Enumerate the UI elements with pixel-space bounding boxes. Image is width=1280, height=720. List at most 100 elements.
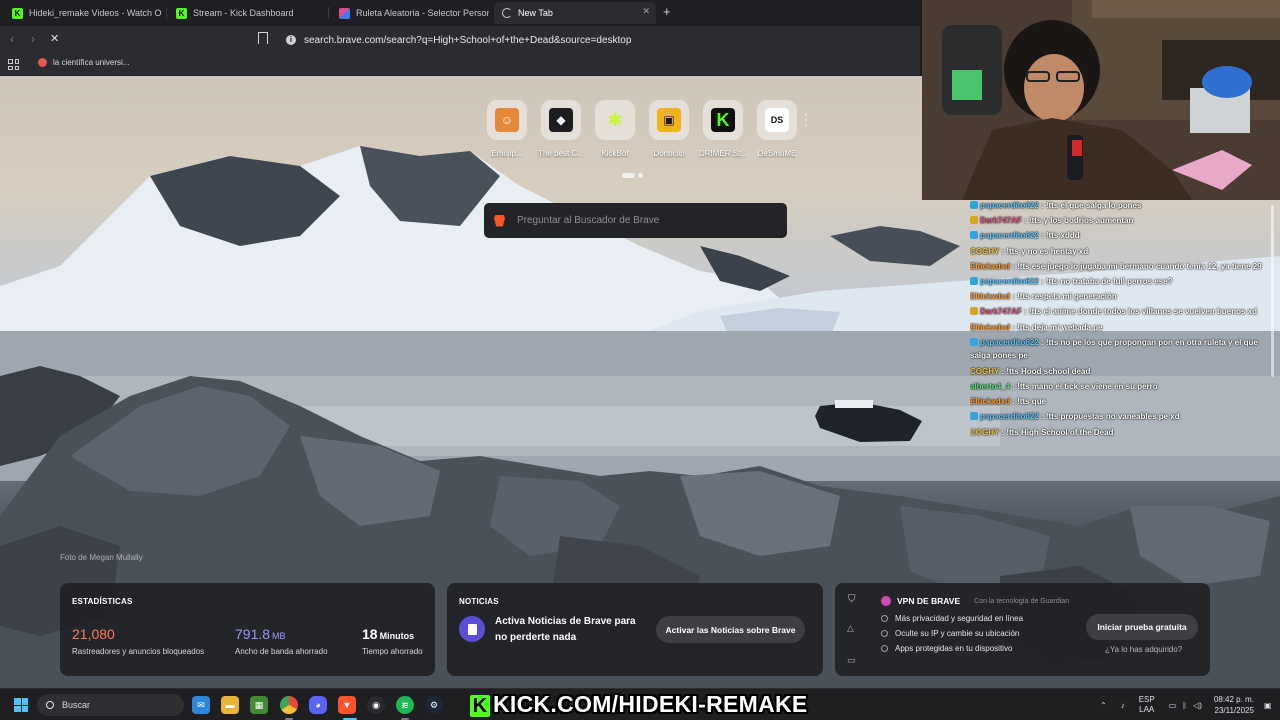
chat-username: Eltickxdxd (970, 261, 1011, 271)
url-text[interactable]: search.brave.com/search?q=High+School+of… (304, 35, 631, 46)
page-scrollbar[interactable] (1271, 205, 1274, 377)
close-icon[interactable]: ✕ (642, 6, 650, 17)
new-tab-button[interactable]: + (663, 4, 671, 19)
steam-icon[interactable]: ⚙ (425, 696, 443, 714)
volume-icon[interactable]: ◁) (1193, 701, 1202, 710)
site-tile[interactable]: ☺ (487, 100, 527, 140)
vpn-feature-text: Más privacidad y seguridad en línea (895, 614, 1024, 623)
chat-text: : !tts el que salga lo pones (1040, 201, 1142, 210)
more-options-icon[interactable]: · · · (804, 108, 808, 130)
top-site-desmume[interactable]: DS DeSmuME (750, 100, 804, 158)
stat-value: 791.8 (235, 626, 271, 642)
bookmark-item[interactable]: la científica universi... (38, 58, 129, 67)
site-tile[interactable]: ◆ (541, 100, 581, 140)
stat-unit: MB (272, 631, 286, 641)
bookmark-icon[interactable] (258, 32, 268, 44)
top-site-dice[interactable]: ◆ The best C... (534, 100, 588, 158)
spotify-icon[interactable]: ≋ (396, 696, 414, 714)
vpn-feature: Más privacidad y seguridad en línea (881, 614, 1023, 623)
tab-divider (328, 7, 329, 19)
settings-icon[interactable]: ⛉ (848, 594, 856, 605)
already-purchased-link[interactable]: ¿Ya lo has adquirido? (1105, 645, 1182, 654)
outlook-icon[interactable]: ✉ (192, 696, 210, 714)
minecraft-icon[interactable]: ▦ (250, 696, 268, 714)
news-card: NOTICIAS Activa Noticias de Brave para n… (447, 583, 823, 676)
stat-unit: Minutos (379, 631, 415, 641)
bluetooth-icon[interactable]: ᛒ (1182, 701, 1187, 710)
site-tile[interactable]: ▣ (649, 100, 689, 140)
top-site-emojipedia[interactable]: ☺ Emojip... (480, 100, 534, 158)
top-site-donoclip[interactable]: ▣ Donoclip (642, 100, 696, 158)
warning-icon[interactable]: △ (847, 623, 854, 634)
chat-message: Dark747AF : !tts y los bodrios aumentan (970, 213, 1276, 228)
chat-message: COGHY : !tts Hood school dead (970, 364, 1276, 379)
user-badge-icon (970, 277, 978, 286)
tab-hideki-videos[interactable]: K Hideki_remake Videos - Watch O (4, 2, 162, 24)
top-site-drimer[interactable]: K DRIMER St... (696, 100, 750, 158)
site-label: Emojip... (491, 149, 523, 158)
obs-icon[interactable]: ◉ (367, 696, 385, 714)
stat-bandwidth: 791.8 MB Ancho de banda ahorrado (235, 626, 328, 656)
stop-loading-icon[interactable]: ✕ (50, 32, 59, 45)
forward-arrow-icon[interactable]: › (31, 32, 35, 46)
site-tile[interactable]: ✱ (595, 100, 635, 140)
windows-start-icon[interactable] (14, 698, 28, 712)
brave-icon[interactable]: ▼ (338, 696, 356, 714)
pager-dot[interactable] (638, 173, 643, 178)
taskbar-search[interactable]: Buscar (37, 694, 184, 716)
stats-title: ESTADÍSTICAS (72, 597, 133, 606)
card-icon[interactable]: ▭ (847, 655, 856, 666)
brave-search-box[interactable] (484, 203, 787, 238)
chat-message: papacerdito622 : !tts no trataba de full… (970, 274, 1276, 289)
chat-message: papacerdito622 : !tts el que salga lo po… (970, 198, 1276, 213)
network-icon[interactable]: ▭ (1169, 701, 1177, 710)
chrome-icon[interactable] (280, 696, 298, 714)
search-icon (46, 701, 54, 709)
site-label: The best C... (538, 149, 584, 158)
chat-message: Dark747AF : !tts el anime donde todos lo… (970, 304, 1276, 319)
search-input[interactable] (517, 215, 767, 226)
tab-title: Hideki_remake Videos - Watch O (29, 8, 162, 18)
start-trial-button[interactable]: Iniciar prueba gratuita (1086, 614, 1198, 640)
clock[interactable]: 08:42 p. m. 23/11/2025 (1214, 694, 1254, 716)
chevron-up-icon[interactable]: ⌃ (1100, 701, 1107, 710)
chat-username: COGHY (970, 427, 1000, 437)
news-title: NOTICIAS (459, 597, 499, 606)
file-explorer-icon[interactable]: ▬ (221, 696, 239, 714)
vpn-feature-text: Apps protegidas en tu dispositivo (895, 644, 1013, 653)
keyboard-layout: LAA (1139, 705, 1155, 714)
vpn-feature-text: Oculte su IP y cambie su ubicación (895, 629, 1020, 638)
notification-icon[interactable]: ▣ (1264, 701, 1272, 710)
check-icon (881, 645, 888, 652)
top-sites-pager[interactable] (622, 173, 643, 178)
microphone-icon[interactable]: ♪ (1121, 701, 1125, 710)
site-info-icon[interactable]: i (286, 35, 296, 45)
address-bar[interactable]: i search.brave.com/search?q=High+School+… (280, 30, 920, 50)
chat-username: Dark747AF (980, 216, 1022, 226)
chat-username: papacerdito622 (980, 337, 1039, 347)
site-tile[interactable]: K (703, 100, 743, 140)
back-arrow-icon[interactable]: ‹ (10, 32, 14, 46)
webcam-feed-image (922, 0, 1280, 200)
discord-icon[interactable]: ◕ (309, 696, 327, 714)
check-icon (881, 630, 888, 637)
taskbar-search-label: Buscar (62, 700, 91, 710)
top-site-kickbot[interactable]: ✱ KickBot (588, 100, 642, 158)
enable-news-button[interactable]: Activar las Noticias sobre Brave (656, 616, 805, 643)
pager-dot-active[interactable] (622, 173, 635, 178)
kick-url-overlay: K KICK.COM/HIDEKI-REMAKE (470, 691, 808, 718)
site-label: Donoclip (653, 149, 685, 158)
tab-strip: K Hideki_remake Videos - Watch O K Strea… (0, 0, 920, 26)
kick-url-text: KICK.COM/HIDEKI-REMAKE (493, 691, 808, 717)
tab-ruleta[interactable]: Ruleta Aleatoria - Selector Personaliz (331, 2, 489, 24)
vpn-card: ⛉ △ ▭ VPN DE BRAVE Con la tecnología de … (835, 583, 1210, 676)
tab-new-tab[interactable]: New Tab ✕ (494, 2, 656, 24)
tab-kick-dashboard[interactable]: K Stream - Kick Dashboard (168, 2, 326, 24)
photo-credit[interactable]: Foto de Megan Mullally (60, 553, 143, 562)
stream-chat-overlay: papacerdito622 : !tts el que salga lo po… (970, 198, 1276, 440)
site-tile[interactable]: DS (757, 100, 797, 140)
chat-text: : !tts High School of the Dead (1001, 427, 1114, 437)
screen: Foto de Megan Mullally K Hideki_remake V… (0, 0, 1280, 720)
apps-grid-icon[interactable] (8, 59, 19, 70)
language-indicator[interactable]: ESP LAA (1139, 695, 1155, 715)
